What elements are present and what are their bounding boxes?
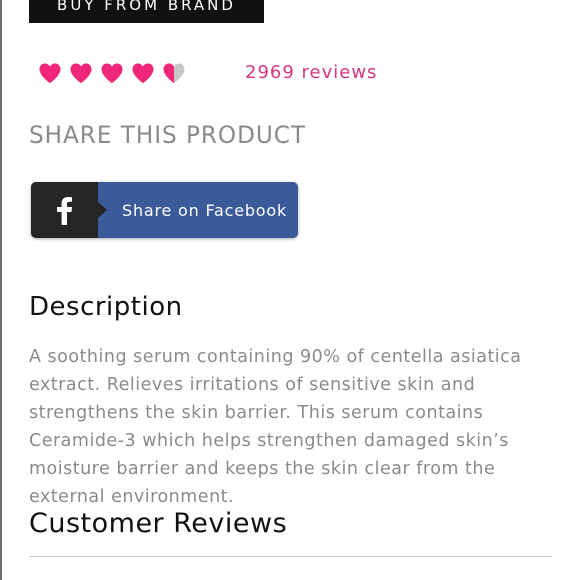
share-on-facebook-button[interactable]: Share on Facebook [31, 182, 298, 238]
description-line: Ceramide-3 which helps strengthen damage… [29, 431, 509, 451]
reviews-divider [29, 556, 552, 557]
description-text: A soothing serum containing 90% of cente… [29, 343, 559, 511]
facebook-button-notch [98, 202, 107, 218]
buy-from-brand-button[interactable]: BUY FROM BRAND [29, 0, 264, 23]
description-line: external environment. [29, 487, 235, 507]
description-line: extract. Relieves irritations of sensiti… [29, 375, 476, 395]
share-product-heading: SHARE THIS PRODUCT [29, 121, 306, 149]
heart-icon [101, 63, 123, 83]
description-line: moisture barrier and keeps the skin clea… [29, 459, 496, 479]
heart-icon [163, 63, 185, 83]
left-edge-border [0, 0, 2, 580]
facebook-icon [57, 197, 72, 225]
description-heading: Description [29, 292, 183, 322]
reviews-count-link[interactable]: 2969 reviews [245, 62, 377, 83]
description-line: strengthens the skin barrier. This serum… [29, 403, 484, 423]
share-on-facebook-label: Share on Facebook [122, 201, 288, 220]
heart-icon [39, 63, 61, 83]
customer-reviews-heading: Customer Reviews [29, 508, 288, 539]
heart-icon [70, 63, 92, 83]
heart-icon [132, 63, 154, 83]
rating-row: 2969 reviews [38, 60, 398, 88]
facebook-icon-box [31, 182, 98, 238]
description-line: A soothing serum containing 90% of cente… [29, 347, 522, 367]
